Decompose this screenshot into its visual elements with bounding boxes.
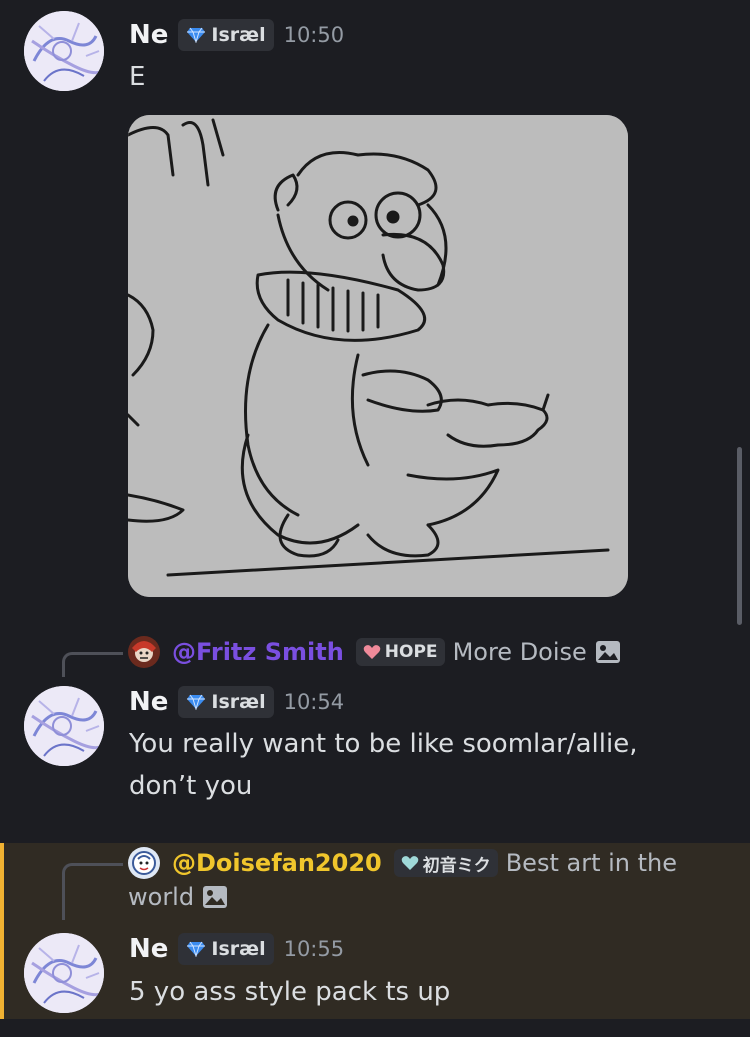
reply-preview-continued[interactable]: world <box>128 883 228 911</box>
avatar[interactable] <box>24 686 104 766</box>
role-tag-label: Isræl <box>211 24 266 46</box>
avatar <box>128 636 160 668</box>
image-attachment[interactable] <box>128 115 628 597</box>
username[interactable]: Ne <box>129 687 168 717</box>
avatar <box>128 847 160 879</box>
role-tag-label: Isræl <box>211 938 266 960</box>
role-tag[interactable]: 初音ミク <box>393 849 498 877</box>
role-tag[interactable]: Isræl <box>178 19 274 51</box>
role-tag-label: HOPE <box>384 642 438 662</box>
timestamp: 10:54 <box>283 690 345 714</box>
reply-connector <box>62 863 123 920</box>
diamond-icon <box>187 941 206 957</box>
role-tag[interactable]: Isræl <box>178 933 274 965</box>
reply-connector <box>62 652 123 677</box>
reply-mention[interactable]: @Doisefan2020 <box>172 849 382 877</box>
message-header: Ne Isræl 10:50 <box>129 15 344 55</box>
role-tag-label: Isræl <box>211 691 266 713</box>
heart-icon <box>401 856 419 870</box>
diamond-icon <box>187 27 206 43</box>
image-icon <box>595 640 621 664</box>
reply-text: More Doise <box>452 638 587 666</box>
avatar[interactable] <box>24 933 104 1013</box>
reply-mention[interactable]: @Fritz Smith <box>172 638 344 666</box>
image-icon <box>202 885 228 909</box>
message-text: don’t you <box>129 771 253 801</box>
reply-text: Best art in the <box>505 849 677 877</box>
reply-preview[interactable]: @Fritz Smith HOPE More Doise <box>128 636 621 668</box>
role-tag[interactable]: HOPE <box>355 638 445 666</box>
message-header: Ne Isræl 10:54 <box>129 682 344 722</box>
reply-preview[interactable]: @Doisefan2020 初音ミク Best art in the <box>128 847 677 879</box>
username[interactable]: Ne <box>129 20 168 50</box>
message-text: E <box>129 62 146 92</box>
timestamp: 10:50 <box>283 23 345 47</box>
message-text: You really want to be like soomlar/allie… <box>129 729 638 759</box>
bottom-strip <box>0 1019 750 1037</box>
role-tag[interactable]: Isræl <box>178 686 274 718</box>
reply-text: world <box>128 883 195 911</box>
message-header: Ne Isræl 10:55 <box>129 929 344 969</box>
username[interactable]: Ne <box>129 934 168 964</box>
avatar[interactable] <box>24 11 104 91</box>
diamond-icon <box>187 694 206 710</box>
heart-icon <box>363 645 381 659</box>
mention-highlight-bar <box>0 843 4 1019</box>
role-tag-label: 初音ミク <box>422 855 491 876</box>
scrollbar[interactable] <box>737 447 742 625</box>
message-text: 5 yo ass style pack ts up <box>129 977 451 1007</box>
timestamp: 10:55 <box>283 937 345 961</box>
